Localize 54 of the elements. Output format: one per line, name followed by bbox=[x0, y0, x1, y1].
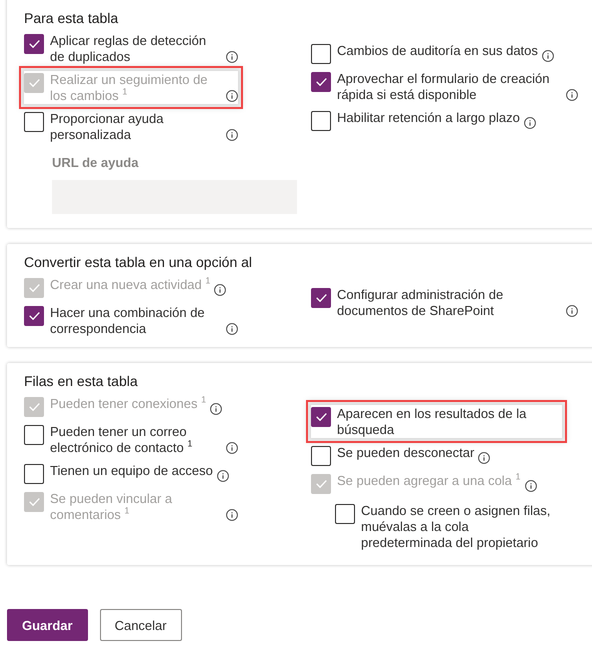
check-icon bbox=[28, 498, 40, 506]
checkbox[interactable] bbox=[24, 34, 44, 54]
check-icon bbox=[28, 284, 40, 292]
checkbox-label: Aprovechar el formulario de creación rápida si está disponible bbox=[337, 71, 550, 103]
checkbox[interactable] bbox=[311, 44, 331, 64]
info-icon[interactable] bbox=[542, 50, 554, 62]
checkbox-label: Realizar un seguimiento de los cambios $^{1}$ bbox=[50, 72, 209, 104]
info-icon[interactable] bbox=[226, 51, 238, 63]
check-icon bbox=[28, 312, 40, 320]
field-label: URL de ayuda bbox=[52, 155, 140, 170]
checkbox[interactable] bbox=[24, 464, 44, 484]
info-icon[interactable] bbox=[478, 452, 490, 464]
checkbox-label: Hacer una combinación de correspondencia bbox=[50, 305, 206, 337]
check-icon bbox=[28, 403, 40, 411]
check-icon bbox=[316, 294, 326, 302]
checkbox[interactable] bbox=[311, 288, 331, 308]
check-icon bbox=[28, 40, 40, 48]
section-title: Filas en esta tabla bbox=[24, 373, 139, 389]
save-button[interactable]: Guardar bbox=[7, 609, 88, 641]
checkbox[interactable] bbox=[311, 407, 331, 427]
info-icon[interactable] bbox=[216, 470, 229, 482]
check-icon bbox=[316, 413, 326, 421]
checkbox[interactable] bbox=[24, 306, 44, 326]
check-icon bbox=[28, 79, 40, 87]
info-icon[interactable] bbox=[226, 442, 238, 454]
checkbox-label: Se pueden agregar a una cola $^{1}$ bbox=[337, 473, 521, 489]
check-icon bbox=[316, 480, 326, 488]
check-icon bbox=[316, 78, 326, 86]
checkbox-label: Pueden tener conexiones $^{1}$ bbox=[50, 396, 206, 412]
checkbox-label: Aplicar reglas de detección de duplicados bbox=[50, 33, 208, 65]
info-icon[interactable] bbox=[226, 323, 238, 335]
info-icon[interactable] bbox=[524, 117, 536, 129]
checkbox-label: Habilitar retención a largo plazo bbox=[337, 110, 520, 126]
checkbox-label: Se pueden desconectar bbox=[337, 445, 474, 461]
checkbox[interactable] bbox=[24, 112, 44, 132]
checkbox-label: Cambios de auditoría en sus datos bbox=[337, 43, 538, 59]
checkbox-label: Proporcionar ayuda personalizada bbox=[50, 111, 164, 143]
checkbox[interactable] bbox=[311, 72, 331, 92]
checkbox-label: Aparecen en los resultados de la búsqueda bbox=[337, 406, 528, 438]
checkbox[interactable] bbox=[24, 425, 44, 445]
cancel-button[interactable]: Cancelar bbox=[100, 609, 182, 641]
checkbox[interactable] bbox=[311, 446, 331, 466]
section-title: Para esta tabla bbox=[24, 10, 120, 26]
info-icon[interactable] bbox=[226, 129, 238, 141]
checkbox-label: Configurar administración de documentos de SharePoint bbox=[337, 287, 504, 319]
info-icon[interactable] bbox=[566, 89, 578, 101]
checkbox-label: Cuando se creen o asignen filas, muévalas a la cola predeterminada del propietario bbox=[361, 503, 552, 551]
checkbox-label: Pueden tener un correo electrónico de contacto $^{1}$ bbox=[50, 424, 194, 456]
section-title: Convertir esta tabla en una opción al bbox=[24, 254, 254, 270]
info-icon[interactable] bbox=[566, 305, 578, 317]
checkbox-label: Se pueden vincular a comentarios $^{1}$ bbox=[50, 491, 174, 523]
checkbox[interactable] bbox=[311, 111, 331, 131]
checkbox-label: Crear una nueva actividad $^{1}$ bbox=[50, 277, 210, 293]
checkbox-label: Tienen un equipo de acceso bbox=[50, 463, 213, 479]
